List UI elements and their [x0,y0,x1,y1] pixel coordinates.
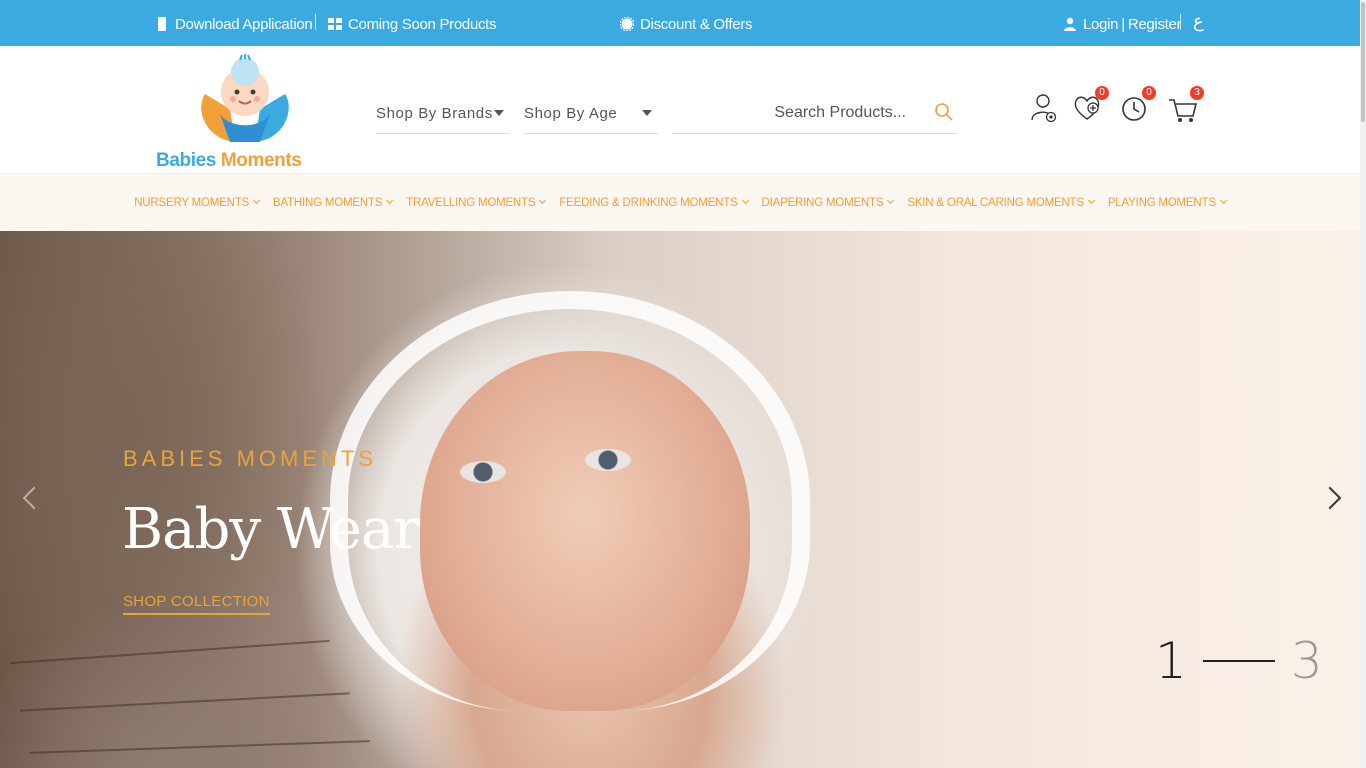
nav-label: DIAPERING MOMENTS [761,196,884,209]
wishlist-button[interactable]: 0 [1073,86,1109,124]
logo-text-part2: Moments [220,150,302,171]
header: Babies Moments Shop By Brands Shop By Ag… [0,46,1360,174]
search-input[interactable] [672,98,912,128]
download-app-label: Download Application [175,15,313,33]
search-icon[interactable] [934,102,954,122]
top-bar: Download Application Coming Soon Product… [0,0,1366,50]
slide-pager: 1 3 [1155,632,1323,690]
hero-image-stripe [10,639,330,665]
nav-label: TRAVELLING MOMENTS [406,196,536,209]
nav-bathing-moments[interactable]: BATHING MOMENTS [273,196,394,209]
discount-offers-label: Discount & Offers [640,15,753,33]
register-label[interactable]: Register [1128,16,1182,33]
account-settings-button[interactable] [1030,92,1060,124]
shop-by-brands-select[interactable]: Shop By Brands [376,96,510,134]
category-nav: NURSERY MOMENTS BATHING MOMENTS TRAVELLI… [0,174,1360,231]
mobile-icon [158,17,166,31]
recently-viewed-count-badge: 0 [1142,86,1156,100]
nav-label: PLAYING MOMENTS [1107,196,1216,209]
chevron-down-icon [386,196,394,205]
badge-icon [620,17,634,31]
search-box [672,92,957,134]
hero-title: Baby Wear [122,497,420,562]
chevron-down-icon [539,196,547,205]
shop-by-age-label: Shop By Age [524,105,618,122]
nav-skin-oral-caring-moments[interactable]: SKIN & ORAL CARING MOMENTS [907,196,1095,209]
nav-diapering-moments[interactable]: DIAPERING MOMENTS [761,196,895,209]
divider [315,14,316,30]
cart-button[interactable]: 3 [1168,86,1204,124]
login-label[interactable]: Login [1083,16,1119,33]
caret-down-icon [494,110,504,116]
nav-playing-moments[interactable]: PLAYING MOMENTS [1107,196,1227,209]
nav-feeding-drinking-moments[interactable]: FEEDING & DRINKING MOMENTS [559,196,749,209]
hero-image-eye [460,461,506,483]
login-register-link[interactable]: Login | Register [1063,14,1182,34]
nav-label: SKIN & ORAL CARING MOMENTS [907,196,1084,209]
shop-collection-link[interactable]: SHOP COLLECTION [123,593,270,615]
total-slides-number: 3 [1290,632,1323,690]
coming-soon-link[interactable]: Coming Soon Products [328,14,497,34]
nav-nursery-moments[interactable]: NURSERY MOMENTS [134,196,261,209]
user-gear-icon [1031,94,1057,123]
baby-logo-icon [201,54,289,142]
hero-subtitle: BABIES MOMENTS [123,446,378,471]
login-register-separator: | [1121,15,1125,33]
pager-divider [1202,660,1275,662]
coming-soon-label: Coming Soon Products [348,15,497,33]
divider [1180,14,1181,30]
logo-text: Babies Moments [156,150,302,172]
caret-down-icon [642,110,652,116]
discount-offers-link[interactable]: Discount & Offers [620,14,752,34]
chevron-down-icon [1219,196,1227,205]
nav-label: BATHING MOMENTS [273,196,383,209]
nav-travelling-moments[interactable]: TRAVELLING MOMENTS [406,196,547,209]
wishlist-count-badge: 0 [1095,86,1109,100]
current-slide-number: 1 [1155,632,1187,690]
cart-count-badge: 3 [1190,86,1204,100]
slider-prev-arrow-icon[interactable] [18,486,40,508]
shop-by-age-select[interactable]: Shop By Age [524,96,658,134]
chevron-down-icon [252,196,261,205]
logo-text-part1: Babies [156,150,216,171]
recently-viewed-button[interactable]: 0 [1120,86,1156,124]
hero-image-stripe [20,692,350,712]
site-logo[interactable]: Babies Moments [150,54,310,172]
nav-label: FEEDING & DRINKING MOMENTS [559,196,738,209]
chevron-down-icon [741,196,749,205]
chevron-down-icon [887,196,895,205]
slider-next-arrow-icon[interactable] [1322,486,1344,508]
hero-image-face [420,351,750,711]
language-switch[interactable]: ع [1193,11,1204,31]
download-app-link[interactable]: Download Application [155,14,313,34]
nav-label: NURSERY MOMENTS [134,196,249,209]
page-scrollbar[interactable] [1360,0,1366,768]
user-icon [1064,17,1076,31]
grid-icon [328,18,342,30]
shop-by-brands-label: Shop By Brands [376,105,493,122]
hero-image-stripe [30,740,370,754]
scrollbar-thumb[interactable] [1361,2,1365,122]
hero-image-eye [585,449,631,471]
hero-slider: BABIES MOMENTS Baby Wear SHOP COLLECTION… [0,231,1360,768]
chevron-down-icon [1087,196,1095,205]
